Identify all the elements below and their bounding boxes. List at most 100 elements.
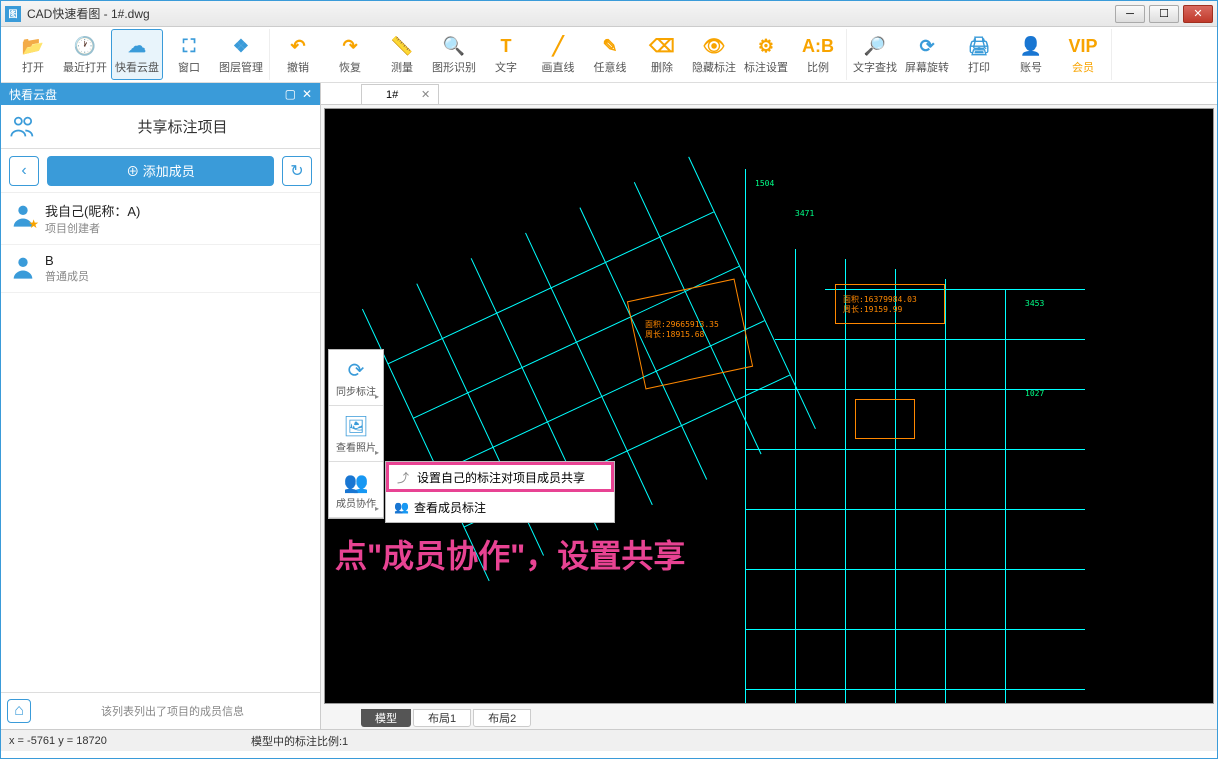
- toolbar-label: 文字: [495, 59, 517, 75]
- toolbar-label: 打印: [968, 59, 990, 75]
- 恢复-icon: ↷: [338, 35, 362, 59]
- dim-label: 1504: [755, 179, 774, 188]
- toolbar-打开[interactable]: 📂打开: [7, 29, 59, 80]
- drawing-canvas[interactable]: 1504 3471 面积:29665913.35 周长:18915.68 面积:…: [324, 108, 1214, 704]
- member-role: 普通成员: [45, 268, 89, 284]
- toolbar-账号[interactable]: 👤账号: [1005, 29, 1057, 80]
- panel-header: 快看云盘 ▢ ✕: [1, 83, 320, 105]
- perimeter-label: 周长:19159.99: [843, 304, 902, 315]
- toolbar-屏幕旋转[interactable]: ⟳屏幕旋转: [901, 29, 953, 80]
- toolbar-撤销[interactable]: ↶撤销: [272, 29, 324, 80]
- titlebar: 图 CAD快速看图 - 1#.dwg ─ ☐ ✕: [1, 1, 1217, 27]
- avatar: [9, 253, 37, 281]
- cad-drawing: 1504 3471 面积:29665913.35 周长:18915.68 面积:…: [325, 109, 1213, 703]
- close-panel-icon[interactable]: ✕: [302, 87, 312, 101]
- member-name: B: [45, 253, 89, 268]
- share-icon: ⤴: [397, 469, 417, 486]
- member-item[interactable]: B普通成员: [1, 245, 320, 293]
- toolbar-窗口[interactable]: ⛶窗口: [163, 29, 215, 80]
- toolbar-任意线[interactable]: ✎任意线: [584, 29, 636, 80]
- toolbar-图层管理[interactable]: ❖图层管理: [215, 29, 267, 80]
- main-area: 快看云盘 ▢ ✕ 共享标注项目 ‹ ⊕ 添加成员 ↻ ★我自己(昵称：A)项目创…: [1, 83, 1217, 729]
- add-member-button[interactable]: ⊕ 添加成员: [47, 156, 274, 186]
- instruction-overlay: 点"成员协作"，设置共享: [335, 531, 685, 577]
- member-role: 项目创建者: [45, 220, 140, 236]
- layout-tab[interactable]: 布局1: [413, 709, 471, 727]
- close-button[interactable]: ✕: [1183, 5, 1213, 23]
- toolbar-label: 恢复: [339, 59, 361, 75]
- toolbar-label: 账号: [1020, 59, 1042, 75]
- refresh-button[interactable]: ↻: [282, 156, 312, 186]
- app-icon: 图: [5, 6, 21, 22]
- maximize-button[interactable]: ☐: [1149, 5, 1179, 23]
- toolbar-label: 删除: [651, 59, 673, 75]
- toolbar-label: 标注设置: [744, 59, 788, 75]
- toolbar-最近打开[interactable]: 🕐最近打开: [59, 29, 111, 80]
- toolbar-比例[interactable]: A:B比例: [792, 29, 844, 80]
- avatar: ★: [9, 201, 37, 229]
- toolbar-打印[interactable]: 🖨打印: [953, 29, 1005, 80]
- toolbar-标注设置[interactable]: ⚙标注设置: [740, 29, 792, 80]
- toolbar-label: 任意线: [594, 59, 627, 75]
- minimize-button[interactable]: ─: [1115, 5, 1145, 23]
- toolbar-快看云盘[interactable]: ☁快看云盘: [111, 29, 163, 80]
- toolbar-label: 测量: [391, 59, 413, 75]
- 打开-icon: 📂: [21, 35, 45, 59]
- panel-footer: ⌂ 该列表列出了项目的成员信息: [1, 692, 320, 729]
- 查看照片-icon: 🖼: [343, 414, 368, 439]
- view-member-annotation-option[interactable]: 👥 查看成员标注: [386, 492, 614, 522]
- expand-arrow-icon: ▸: [375, 504, 379, 513]
- toolbar-测量[interactable]: 📏测量: [376, 29, 428, 80]
- side-tool-查看照片[interactable]: 🖼查看照片▸: [329, 406, 383, 462]
- 文字查找-icon: 🔎: [863, 35, 887, 59]
- 文字-icon: T: [494, 35, 518, 59]
- 最近打开-icon: 🕐: [73, 35, 97, 59]
- side-tool-label: 同步标注: [336, 383, 376, 398]
- toolbar-会员[interactable]: VIP会员: [1057, 29, 1109, 80]
- side-tool-同步标注[interactable]: ⟳同步标注▸: [329, 350, 383, 406]
- 屏幕旋转-icon: ⟳: [915, 35, 939, 59]
- 隐藏标注-icon: 👁: [702, 35, 726, 59]
- statusbar: x = -5761 y = 18720 模型中的标注比例:1: [1, 729, 1217, 751]
- toolbar-label: 最近打开: [63, 59, 107, 75]
- panel-header-title: 快看云盘: [9, 86, 57, 103]
- toolbar-隐藏标注[interactable]: 👁隐藏标注: [688, 29, 740, 80]
- member-item[interactable]: ★我自己(昵称：A)项目创建者: [1, 193, 320, 245]
- toolbar-文字[interactable]: T文字: [480, 29, 532, 80]
- close-tab-icon[interactable]: ✕: [421, 88, 430, 101]
- toolbar-画直线[interactable]: ╱画直线: [532, 29, 584, 80]
- back-button[interactable]: ‹: [9, 156, 39, 186]
- side-tool-label: 查看照片: [336, 439, 376, 454]
- side-tool-成员协作[interactable]: 👥成员协作▸: [329, 462, 383, 518]
- layout-tab[interactable]: 模型: [361, 709, 411, 727]
- home-button[interactable]: ⌂: [7, 699, 31, 723]
- toolbar-label: 屏幕旋转: [905, 59, 949, 75]
- layout-tabs: 模型布局1布局2: [321, 707, 1217, 729]
- floating-tools: ⟳同步标注▸🖼查看照片▸👥成员协作▸: [328, 349, 384, 519]
- 图形识别-icon: 🔍: [442, 35, 466, 59]
- popup-item-label: 查看成员标注: [414, 499, 486, 516]
- pin-icon[interactable]: ▢: [285, 87, 296, 101]
- panel-title-row: 共享标注项目: [1, 105, 320, 149]
- panel-title-text: 共享标注项目: [45, 116, 320, 137]
- expand-arrow-icon: ▸: [375, 448, 379, 457]
- 图层管理-icon: ❖: [229, 35, 253, 59]
- members-icon: [1, 113, 45, 141]
- toolbar-label: 图形识别: [432, 59, 476, 75]
- expand-arrow-icon: ▸: [375, 392, 379, 401]
- coords-display: x = -5761 y = 18720: [9, 735, 107, 747]
- 比例-icon: A:B: [806, 35, 830, 59]
- file-tab-label: 1#: [386, 89, 398, 101]
- 快看云盘-icon: ☁: [125, 35, 149, 59]
- window-title: CAD快速看图 - 1#.dwg: [27, 5, 150, 22]
- toolbar-恢复[interactable]: ↷恢复: [324, 29, 376, 80]
- file-tab[interactable]: 1# ✕: [361, 84, 439, 104]
- toolbar-label: 画直线: [542, 59, 575, 75]
- main-toolbar: 📂打开🕐最近打开☁快看云盘⛶窗口❖图层管理↶撤销↷恢复📏测量🔍图形识别T文字╱画…: [1, 27, 1217, 83]
- layout-tab[interactable]: 布局2: [473, 709, 531, 727]
- toolbar-文字查找[interactable]: 🔎文字查找: [849, 29, 901, 80]
- dim-label: 1027: [1025, 389, 1044, 398]
- toolbar-图形识别[interactable]: 🔍图形识别: [428, 29, 480, 80]
- toolbar-删除[interactable]: ⌫删除: [636, 29, 688, 80]
- share-annotation-option[interactable]: ⤴ 设置自己的标注对项目成员共享: [386, 462, 614, 492]
